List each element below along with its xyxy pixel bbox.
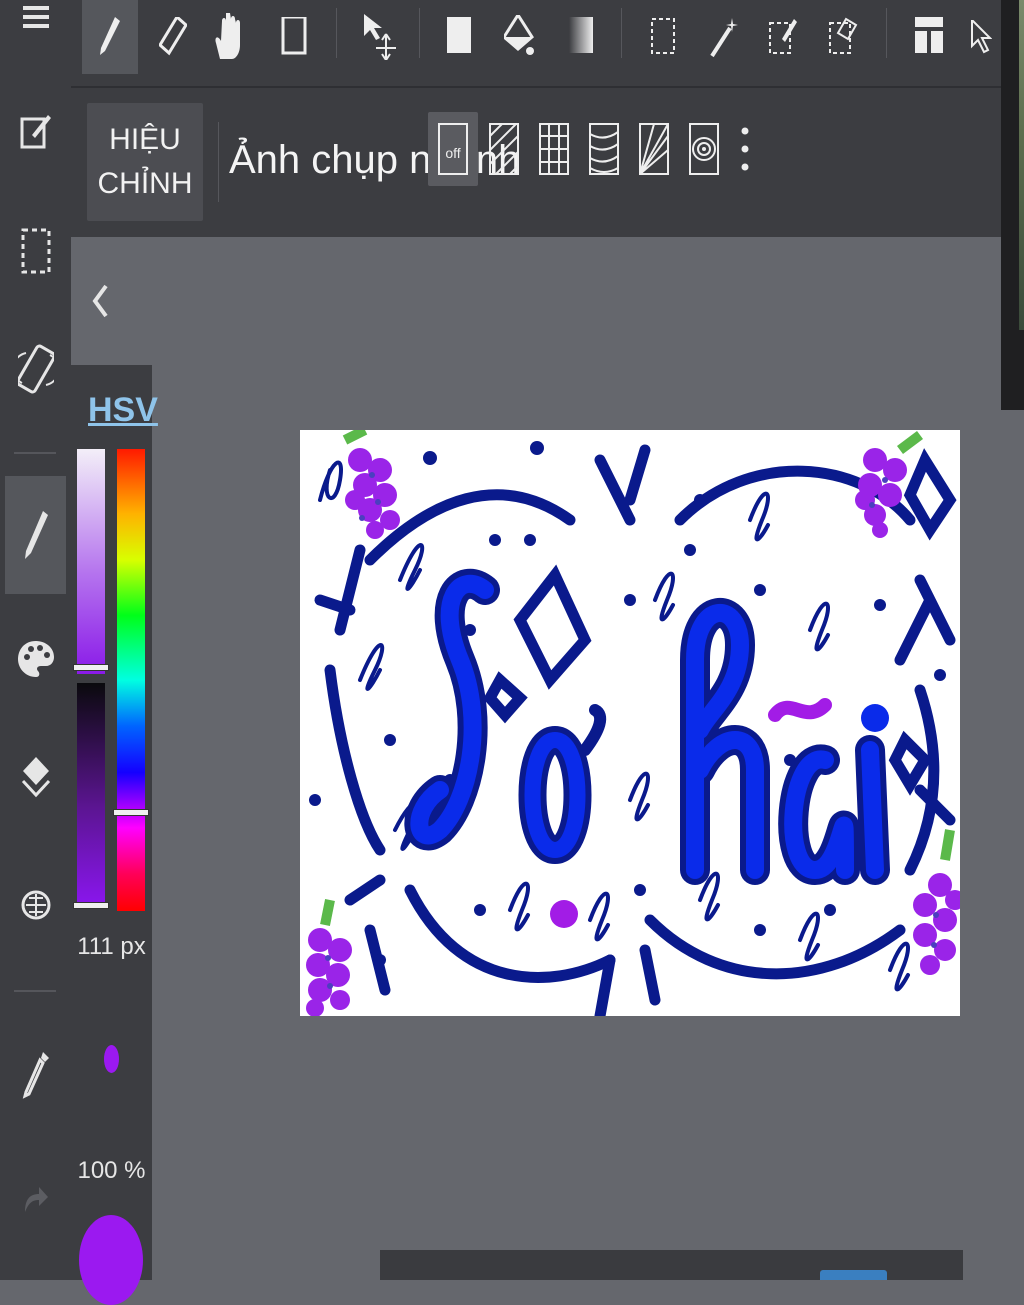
background-thumbnail [1019, 0, 1024, 330]
current-color-swatch[interactable] [79, 1215, 143, 1305]
drawing-canvas[interactable] [300, 430, 960, 1016]
saturation-handle[interactable] [74, 665, 108, 670]
toolbar-divider [419, 8, 420, 58]
toolbar-divider [621, 8, 622, 58]
collapse-panel-chevron-icon[interactable] [90, 282, 110, 325]
bottom-bar [380, 1250, 963, 1280]
rail-divider [14, 990, 56, 992]
rectangle-tool-icon[interactable] [266, 0, 322, 74]
grapes-top-left [342, 430, 400, 539]
adjust-button[interactable]: HIỆU CHỈNH [87, 103, 203, 221]
selection-icon[interactable] [5, 196, 66, 306]
top-toolbar [71, 0, 1001, 88]
opacity-label[interactable]: 100 % [71, 1157, 152, 1185]
hsv-mode-link[interactable]: HSV [88, 391, 158, 430]
material-icon[interactable] [5, 850, 66, 960]
adjust-label-line2: CHỈNH [97, 167, 193, 200]
layer-panel-icon[interactable] [901, 0, 957, 74]
gradient-tool-icon[interactable] [553, 0, 609, 74]
saturation-slider[interactable] [77, 449, 105, 674]
magic-wand-icon[interactable] [695, 0, 751, 74]
snap-perspective-button[interactable] [629, 112, 679, 186]
adjust-label-line1: HIỆU [109, 123, 181, 156]
brush-size-preview [104, 1045, 119, 1073]
select-rect-icon[interactable] [635, 0, 691, 74]
toolbar-divider [886, 8, 887, 58]
artwork [306, 430, 960, 1016]
grapes-bottom-left [306, 899, 352, 1016]
value-handle[interactable] [74, 903, 108, 908]
edit-page-icon[interactable] [5, 76, 66, 186]
brush-tool-icon[interactable] [5, 476, 66, 594]
palette-icon[interactable] [5, 604, 66, 714]
eyedropper-icon[interactable] [5, 1020, 66, 1130]
brush-size-label[interactable]: 111 px [71, 933, 152, 961]
menu-icon[interactable] [5, 0, 66, 72]
bottom-action-button[interactable] [820, 1270, 887, 1280]
option-divider [218, 122, 219, 202]
cursor-icon[interactable] [961, 0, 1001, 74]
snap-off-button[interactable]: off [428, 112, 478, 186]
select-pen-icon[interactable] [755, 0, 811, 74]
snap-circle-button[interactable] [679, 112, 729, 186]
pen-tool-icon[interactable] [82, 0, 138, 74]
snap-parallel-button[interactable] [479, 112, 529, 186]
hue-slider[interactable] [117, 449, 145, 911]
hand-tool-icon[interactable] [201, 0, 257, 74]
eraser-tool-icon[interactable] [145, 0, 201, 74]
option-bar: HIỆU CHỈNH Ảnh chụp nhanh off [71, 88, 1001, 237]
more-options-icon[interactable] [731, 112, 759, 186]
snap-off-text: off [445, 145, 460, 161]
layers-icon[interactable] [5, 726, 66, 836]
color-panel: HSV 111 px 100 % [71, 365, 158, 1305]
snap-grid-button[interactable] [529, 112, 579, 186]
value-slider[interactable] [77, 683, 105, 908]
rail-divider [14, 452, 56, 454]
bucket-tool-icon[interactable] [491, 0, 547, 74]
redo-icon[interactable] [5, 1144, 66, 1254]
fill-tool-icon[interactable] [431, 0, 487, 74]
select-eraser-icon[interactable] [815, 0, 871, 74]
rotate-canvas-icon[interactable] [5, 314, 66, 424]
toolbar-divider [336, 8, 337, 58]
move-tool-icon[interactable] [351, 0, 407, 74]
snap-curve-button[interactable] [579, 112, 629, 186]
hue-handle[interactable] [114, 810, 148, 815]
left-tool-rail [0, 0, 71, 1280]
